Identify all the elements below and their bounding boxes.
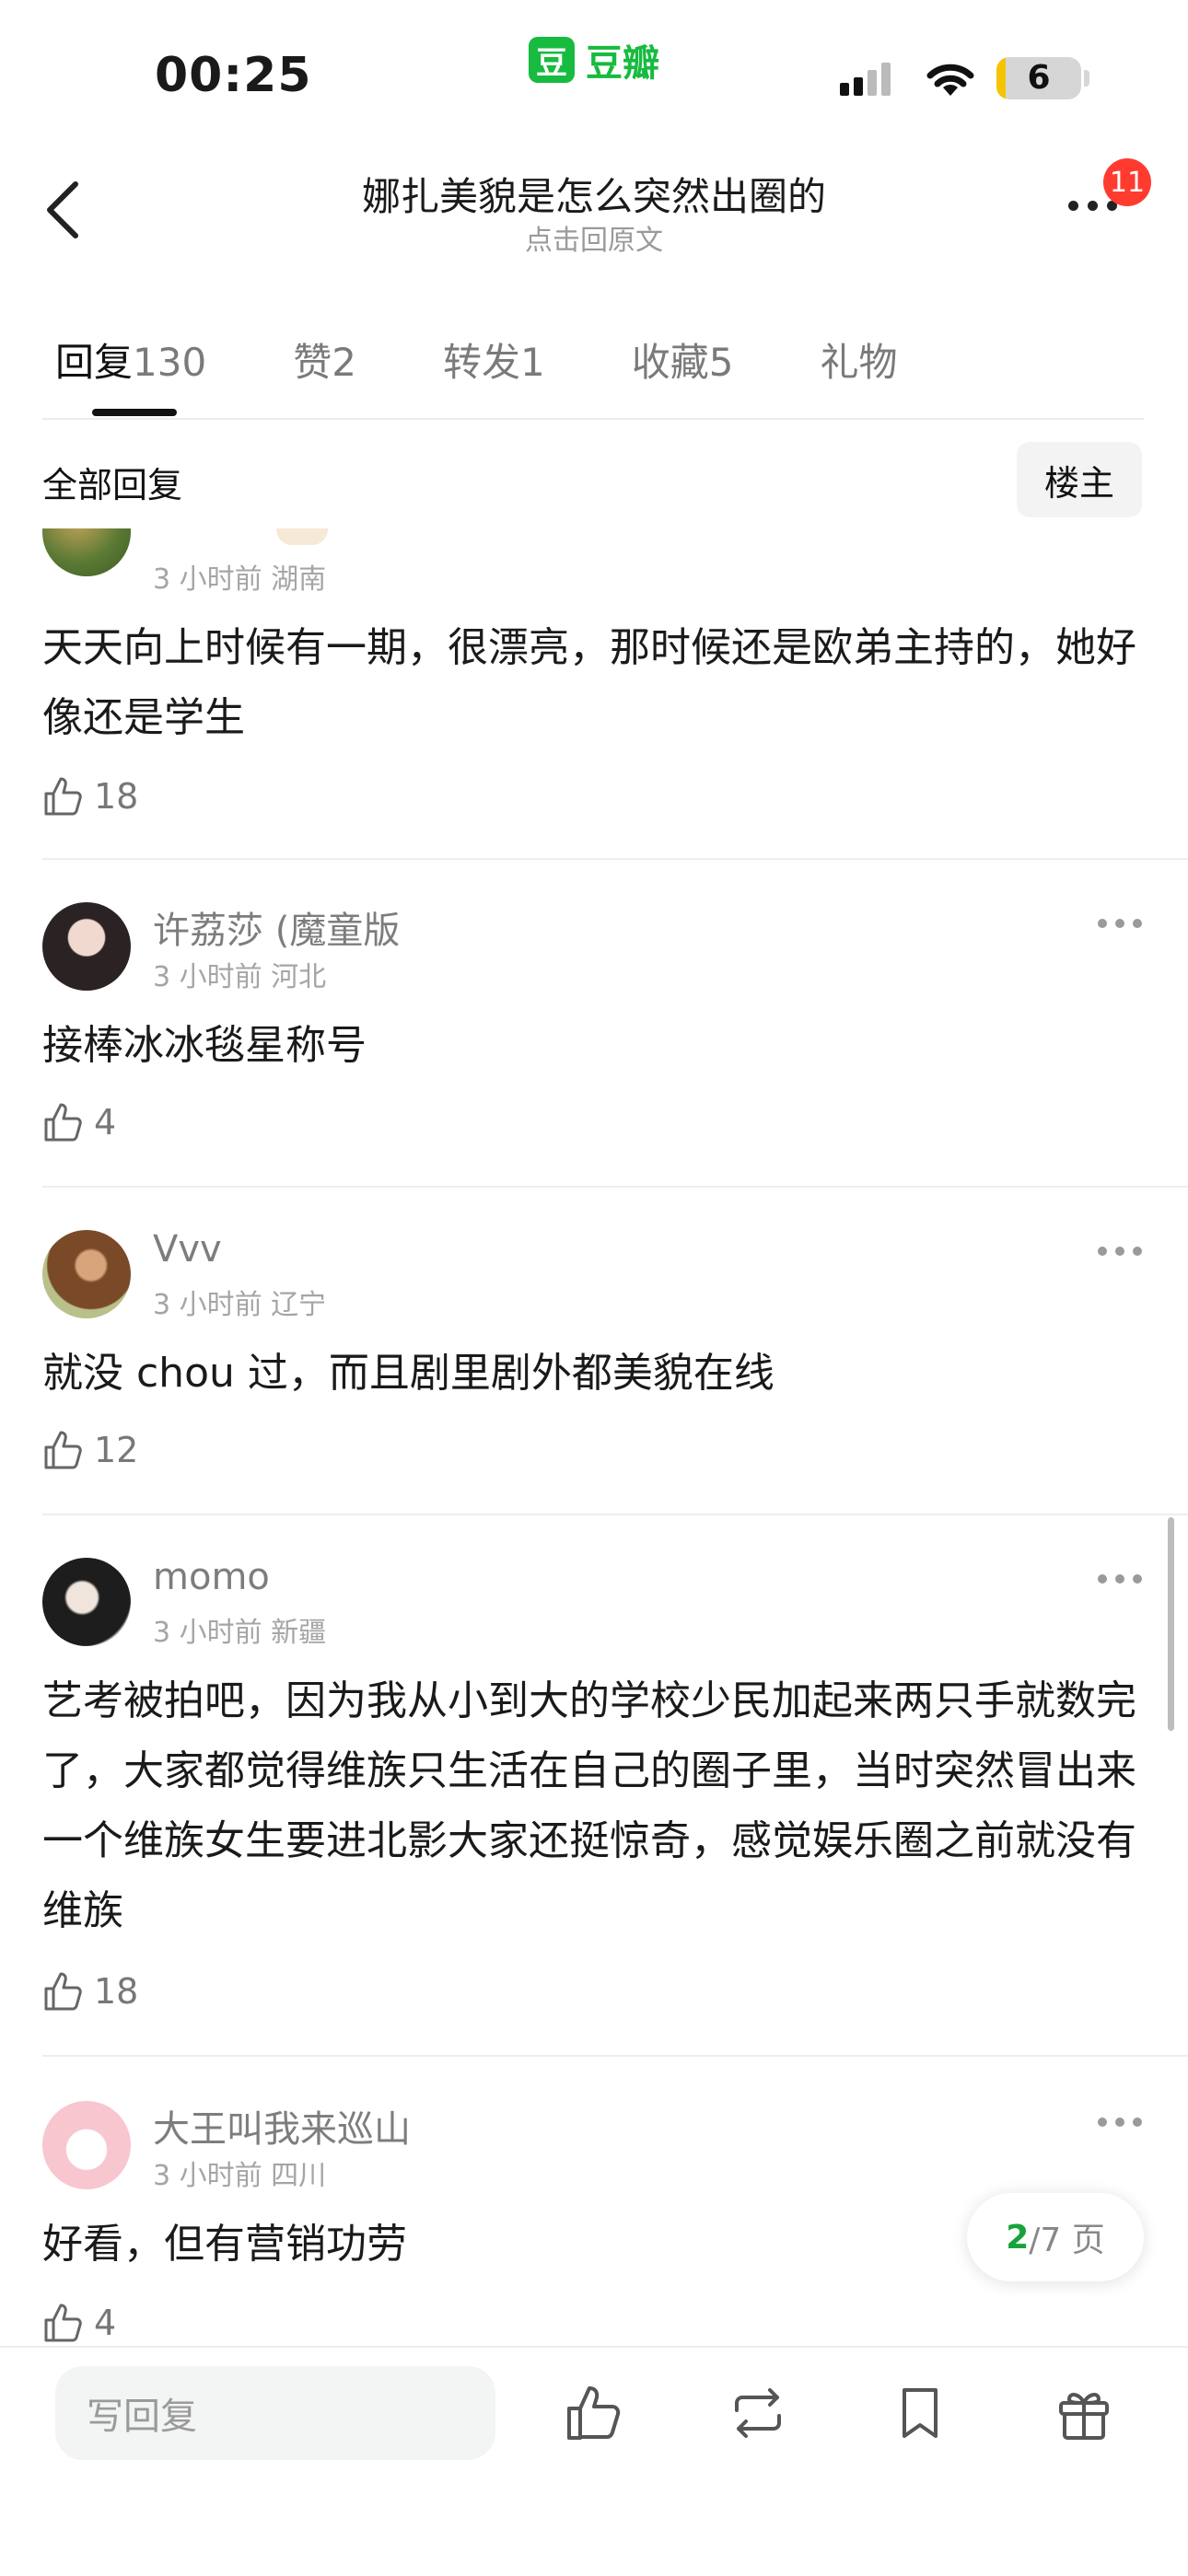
comment-text: 艺考被拍吧，因为我从小到大的学校少民加起来两只手就数完了，大家都觉得维族只生活在…	[42, 1677, 1136, 1934]
comment-meta: 3 小时前 新疆	[153, 1617, 327, 1649]
user-badge	[276, 528, 328, 545]
comment-divider	[42, 2055, 1188, 2057]
more-icon[interactable]	[1098, 919, 1142, 928]
battery-cap	[1084, 70, 1089, 87]
more-icon[interactable]	[1098, 2118, 1142, 2127]
like-count: 18	[94, 776, 139, 817]
gift-icon[interactable]	[1052, 2381, 1116, 2445]
like-button[interactable]: 18	[42, 775, 138, 818]
avatar[interactable]	[42, 1558, 131, 1646]
comment-text: 接棒冰冰毯星称号	[42, 1022, 367, 1069]
username[interactable]: Vvv	[153, 1228, 222, 1271]
comment-meta: 3 小时前 湖南	[153, 563, 327, 596]
tab-replies[interactable]: 回复130	[55, 331, 206, 388]
like-count: 4	[94, 1102, 117, 1143]
like-button[interactable]: 4	[42, 1101, 116, 1143]
wifi-icon	[926, 64, 974, 96]
comment-meta: 3 小时前 河北	[153, 961, 327, 993]
comment-text: 就没 chou 过，而且剧里剧外都美貌在线	[42, 1350, 775, 1397]
battery-icon: 6	[996, 57, 1081, 99]
all-replies-label[interactable]: 全部回复	[42, 457, 182, 507]
notification-badge: 11	[1103, 158, 1151, 206]
current-page: 2	[1006, 2218, 1030, 2257]
like-count: 4	[94, 2303, 117, 2343]
like-button[interactable]: 12	[42, 1429, 138, 1471]
page-title[interactable]: 娜扎美貌是怎么突然出圈的	[276, 166, 912, 222]
active-tab-indicator	[92, 409, 177, 416]
avatar[interactable]	[42, 902, 131, 991]
more-icon[interactable]	[1098, 1247, 1142, 1256]
tab-likes[interactable]: 赞2	[293, 331, 356, 388]
thumb-up-icon	[44, 1431, 82, 1469]
total-pages: /7 页	[1029, 2222, 1105, 2259]
avatar[interactable]	[42, 528, 131, 576]
like-count: 12	[94, 1430, 139, 1470]
chevron-left-icon[interactable]	[39, 177, 94, 243]
cellular-signal-icon	[840, 63, 891, 96]
tab-bar: 回复130 赞2 转发1 收藏5 礼物	[55, 331, 984, 388]
thumb-up-icon	[44, 1103, 82, 1142]
comment-divider	[42, 1186, 1188, 1188]
app-badge: 豆 豆瓣	[529, 33, 659, 87]
back-to-original-link[interactable]: 点击回原文	[276, 217, 912, 258]
username[interactable]: 大王叫我来巡山	[153, 2099, 411, 2152]
comment-divider	[42, 858, 1188, 860]
more-icon[interactable]	[1068, 201, 1117, 211]
repost-icon[interactable]	[726, 2381, 790, 2445]
like-button[interactable]: 4	[42, 2302, 116, 2344]
reply-input[interactable]: 写回复	[55, 2366, 495, 2460]
more-icon[interactable]	[1098, 1574, 1142, 1584]
like-count: 18	[94, 1971, 139, 2012]
avatar[interactable]	[42, 1230, 131, 1318]
bookmark-icon[interactable]	[888, 2381, 952, 2445]
page-indicator[interactable]: 2/7 页	[967, 2193, 1144, 2281]
divider	[42, 418, 1144, 420]
thumb-up-icon	[44, 1972, 82, 2011]
app-name: 豆瓣	[586, 42, 659, 85]
comment-meta: 3 小时前 四川	[153, 2160, 327, 2192]
comment-divider	[42, 1514, 1188, 1515]
status-time: 00:25	[155, 48, 312, 103]
username[interactable]: momo	[153, 1556, 270, 1598]
op-only-button[interactable]: 楼主	[1017, 442, 1142, 517]
username[interactable]: 许荔莎 (魔童版	[153, 900, 400, 954]
douban-logo-icon: 豆	[529, 37, 575, 83]
comment-text: 天天向上时候有一期，很漂亮，那时候还是欧弟主持的，她好像还是学生	[42, 624, 1136, 741]
tab-gifts[interactable]: 礼物	[820, 331, 897, 388]
tab-reposts[interactable]: 转发1	[443, 331, 545, 388]
comment-meta: 3 小时前 辽宁	[153, 1289, 327, 1321]
thumb-up-icon[interactable]	[562, 2381, 626, 2445]
avatar[interactable]	[42, 2101, 131, 2189]
tab-favorites[interactable]: 收藏5	[632, 331, 734, 388]
clip-region: 4	[0, 2298, 1188, 2346]
thumb-up-icon	[44, 2303, 82, 2342]
scrollbar[interactable]	[1168, 1517, 1174, 1731]
like-button[interactable]: 18	[42, 1970, 138, 2013]
thumb-up-icon	[44, 777, 82, 816]
